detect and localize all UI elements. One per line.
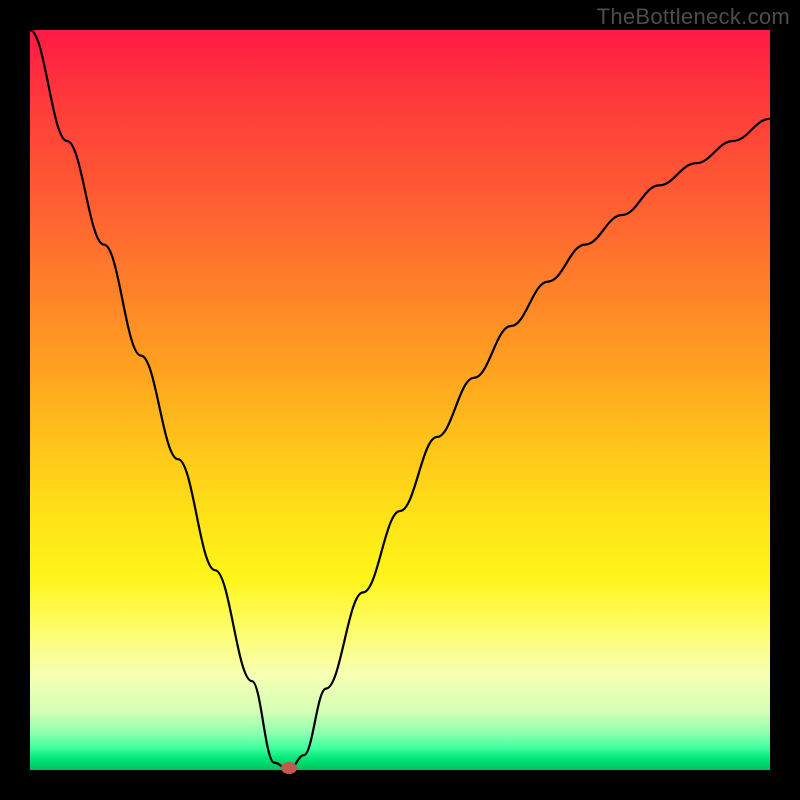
plot-area <box>30 30 770 770</box>
optimum-marker <box>281 762 297 774</box>
watermark-text: TheBottleneck.com <box>597 4 790 30</box>
chart-frame: TheBottleneck.com <box>0 0 800 800</box>
curve-line <box>30 30 770 770</box>
bottleneck-curve <box>30 30 770 770</box>
